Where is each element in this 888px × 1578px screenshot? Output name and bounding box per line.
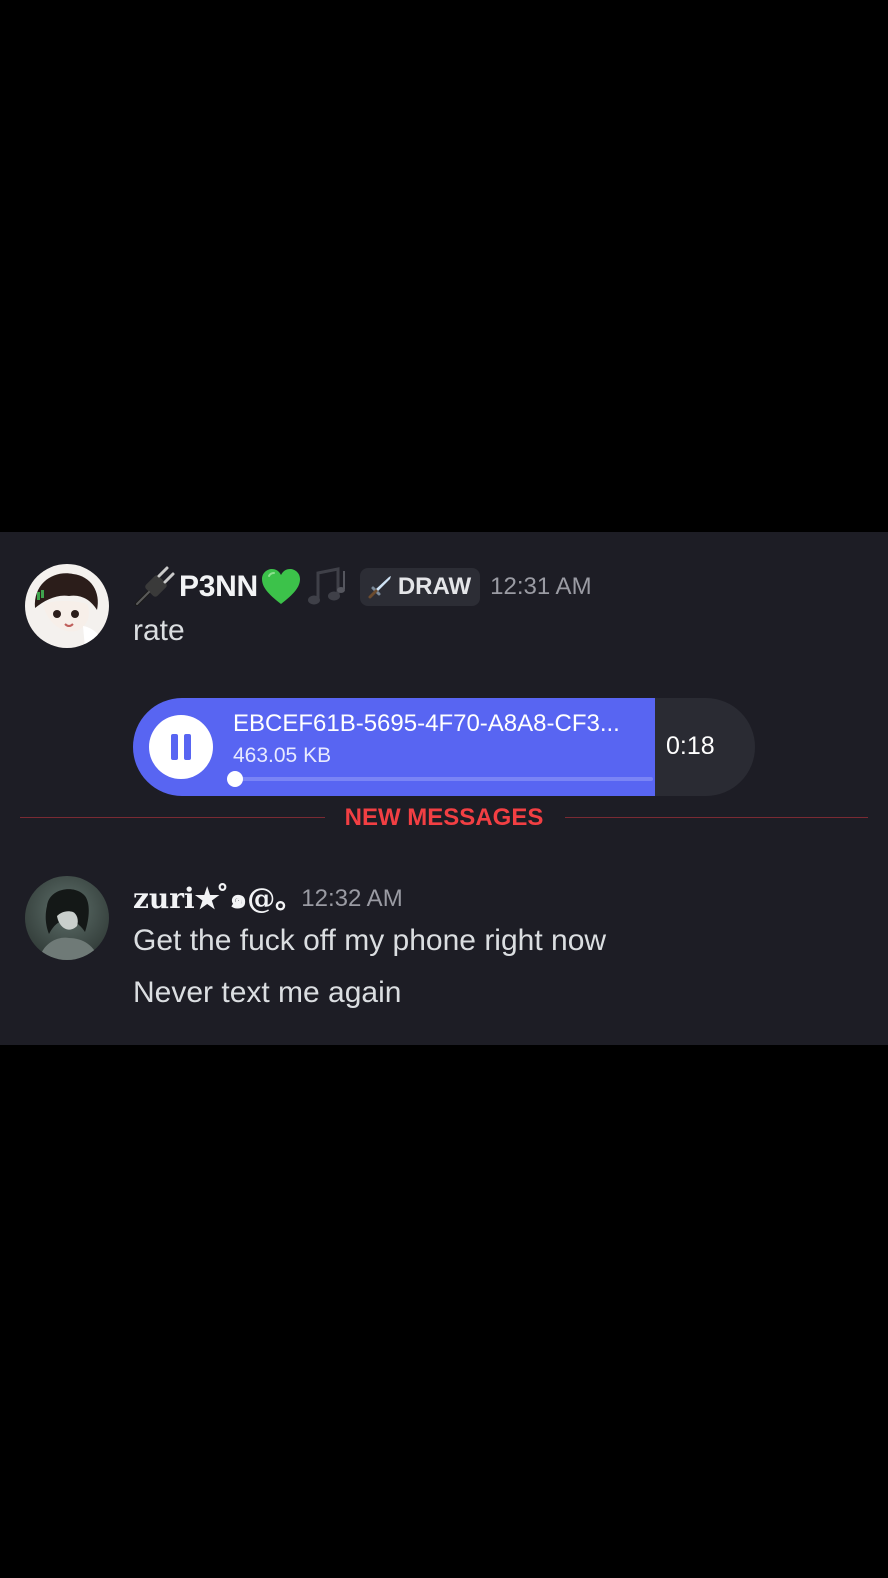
voice-file-name: EBCEF61B-5695-4F70-A8A8-CF3... [233,710,620,737]
music-notes-icon [304,565,350,609]
pause-icon [171,734,178,760]
voice-file-size: 463.05 KB [233,744,332,767]
username[interactable]: P3NN [179,570,258,604]
tag-label: DRAW [397,573,472,600]
playback-scrubber[interactable] [227,771,243,787]
pause-button[interactable] [149,715,213,779]
username[interactable]: zuri★ ̊๑@｡ [133,877,289,921]
message-text: Get the fuck off my phone right now [133,924,607,957]
message-text: Never text me again [133,976,402,1009]
message-header: P3NN DRAW 12:31 AM [133,562,592,612]
playback-progress[interactable] [227,771,653,787]
message-text: rate [133,614,185,647]
new-messages-label: NEW MESSAGES [344,804,544,831]
voice-duration: 0:18 [666,732,715,760]
sword-icon [367,574,393,600]
chat-panel: P3NN DRAW 12:31 AM rate EBCEF61B-5695-4F… [0,532,888,1045]
timestamp: 12:31 AM [490,573,592,600]
message-header: zuri★ ̊๑@｡ 12:32 AM [133,874,403,924]
new-messages-divider: NEW MESSAGES [20,802,868,834]
timestamp: 12:32 AM [301,885,403,912]
green-heart-icon [260,567,302,607]
role-tag[interactable]: DRAW [359,568,481,606]
avatar[interactable] [25,876,109,960]
voice-message-player[interactable]: EBCEF61B-5695-4F70-A8A8-CF3... 463.05 KB… [133,698,755,796]
plug-icon [133,564,179,610]
avatar[interactable] [25,564,109,648]
